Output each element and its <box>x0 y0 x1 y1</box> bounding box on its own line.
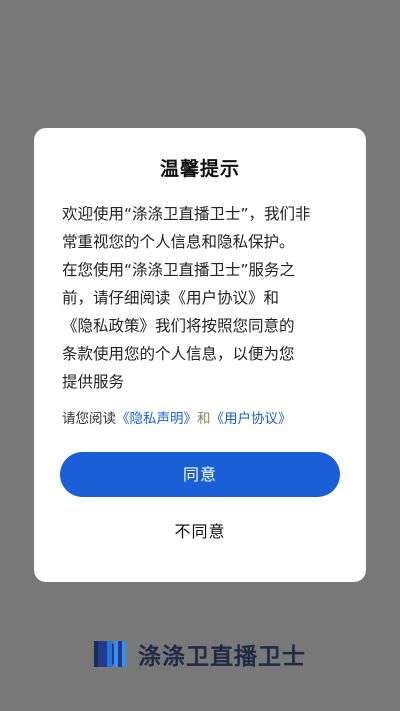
body-line: 欢迎使用“涤涤卫直播卫士”，我们非 <box>62 205 311 223</box>
disagree-button[interactable]: 不同意 <box>124 515 276 549</box>
brand-logo-icon <box>94 641 126 667</box>
agree-button[interactable]: 同意 <box>60 452 340 497</box>
consent-prefix: 请您阅读 <box>62 411 116 427</box>
body-line: 条款使用您的个人信息，以便为您 <box>62 345 295 363</box>
body-line: 前，请仔细阅读《用户协议》和 <box>62 289 280 307</box>
privacy-dialog: 温馨提示 欢迎使用“涤涤卫直播卫士”，我们非 常重视您的个人信息和隐私保护。 在… <box>34 128 366 582</box>
dialog-body: 欢迎使用“涤涤卫直播卫士”，我们非 常重视您的个人信息和隐私保护。 在您使用“涤… <box>62 200 344 396</box>
body-line: 《隐私政策》我们将按照您同意的 <box>62 317 295 335</box>
body-line: 常重视您的个人信息和隐私保护。 <box>62 233 295 251</box>
brand-footer: 涤涤卫直播卫士 <box>0 636 400 672</box>
user-agreement-link[interactable]: 《用户协议》 <box>211 411 292 427</box>
privacy-statement-link[interactable]: 《隐私声明》 <box>116 411 197 427</box>
consent-and: 和 <box>197 411 211 427</box>
body-line: 在您使用“涤涤卫直播卫士”服务之 <box>62 261 296 279</box>
body-line: 提供服务 <box>62 373 125 391</box>
brand-name: 涤涤卫直播卫士 <box>138 644 306 670</box>
dialog-title: 温馨提示 <box>159 158 240 180</box>
consent-line: 请您阅读《隐私声明》和《用户协议》 <box>62 407 346 427</box>
